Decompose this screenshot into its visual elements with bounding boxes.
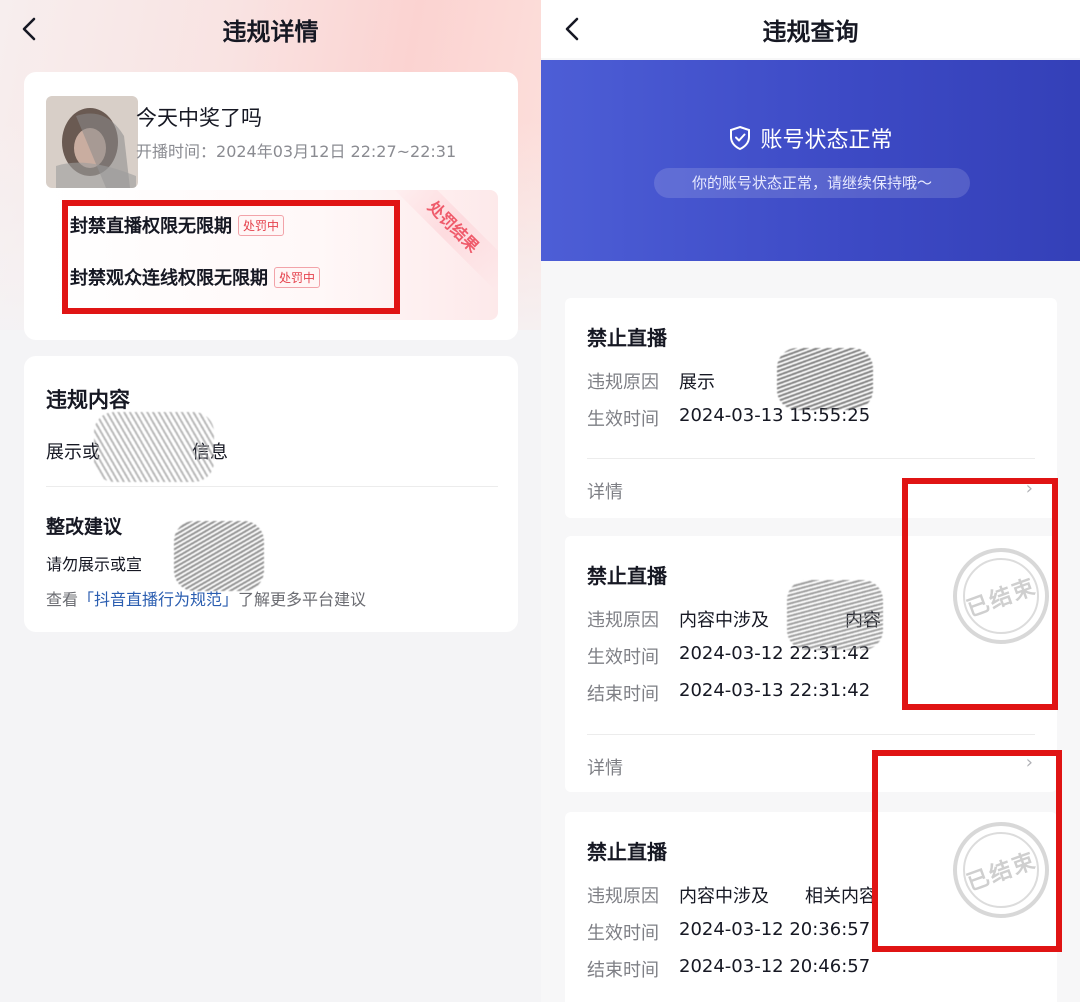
- page-title: 违规查询: [762, 17, 859, 46]
- start-time-label: 生效时间: [587, 923, 659, 944]
- more-prefix: 查看: [46, 590, 79, 609]
- highlight-box: [872, 750, 1062, 952]
- end-time-label: 结束时间: [587, 960, 659, 981]
- reason-value: 内容中涉及: [679, 886, 769, 907]
- reason-label: 违规原因: [587, 886, 659, 907]
- details-link[interactable]: 详情: [587, 754, 623, 780]
- live-time-value: 2024年03月12日 22:27~22:31: [216, 142, 457, 161]
- status-title: 账号状态正常: [760, 128, 893, 153]
- advice-heading: 整改建议: [46, 516, 123, 538]
- reason-label: 违规原因: [587, 372, 659, 393]
- divider: [587, 458, 1035, 459]
- page-title: 违规详情: [222, 17, 319, 46]
- violation-query-screen: 违规查询 账号状态正常 你的账号状态正常，请继续保持哦～ 禁止直播 违规原因 展…: [541, 0, 1080, 1002]
- status-subtitle: 你的账号状态正常，请继续保持哦～: [654, 168, 970, 198]
- violation-content-card: 违规内容 展示或信息 整改建议 请勿展示或宣 查看「抖音直播行为规范」了解更多平…: [24, 356, 518, 632]
- start-time-value: 2024-03-12 20:36:57: [679, 919, 871, 940]
- more-suffix: 了解更多平台建议: [238, 590, 367, 609]
- penalty-result-ribbon: 处罚结果: [389, 190, 498, 291]
- reason-label: 违规原因: [587, 610, 659, 631]
- nav-bar: 违规详情: [0, 0, 541, 58]
- start-time-label: 生效时间: [587, 409, 659, 430]
- start-time-label: 生效时间: [587, 647, 659, 668]
- details-link[interactable]: 详情: [587, 478, 623, 504]
- divider: [46, 486, 498, 487]
- redaction-scribble: [777, 348, 873, 410]
- live-time: 开播时间：2024年03月12日 22:27~22:31: [136, 138, 456, 162]
- violation-detail-screen: 违规详情 今天中奖了吗 开播时间：2024年03月12日 22:27~22:31…: [0, 0, 541, 1002]
- live-time-label: 开播时间：: [136, 142, 217, 161]
- avatar: [46, 96, 138, 188]
- start-time-row: 生效时间 2024-03-12 20:36:57: [587, 919, 870, 945]
- account-status-banner: 账号状态正常 你的账号状态正常，请继续保持哦～: [541, 60, 1080, 261]
- end-time-row: 结束时间 2024-03-13 22:31:42: [587, 680, 870, 706]
- back-arrow-icon[interactable]: [16, 15, 44, 43]
- highlight-box: [902, 478, 1058, 710]
- redaction-scribble: [94, 412, 214, 482]
- end-time-row: 结束时间 2024-03-12 20:46:57: [587, 956, 870, 982]
- live-rules-link[interactable]: 「抖音直播行为规范」: [78, 590, 238, 609]
- redacted-gap: [769, 882, 805, 908]
- end-time-label: 结束时间: [587, 684, 659, 705]
- record-title: 禁止直播: [587, 326, 667, 350]
- reason-row: 违规原因 内容中涉及 相关内容: [587, 882, 877, 908]
- violation-text-start: 展示或: [46, 442, 100, 463]
- divider: [587, 734, 1035, 735]
- violation-heading: 违规内容: [46, 388, 130, 412]
- end-time-value: 2024-03-13 22:31:42: [679, 680, 871, 701]
- status-row: 账号状态正常: [541, 122, 1080, 154]
- record-title: 禁止直播: [587, 564, 667, 588]
- back-arrow-icon[interactable]: [559, 15, 587, 43]
- advice-text: 请勿展示或宣: [46, 555, 143, 574]
- reason-row: 违规原因 展示: [587, 368, 715, 394]
- redaction-scribble: [174, 521, 264, 591]
- end-time-value: 2024-03-12 20:46:57: [679, 956, 871, 977]
- shield-check-icon: [730, 125, 751, 151]
- record-title: 禁止直播: [587, 840, 667, 864]
- redaction-scribble: [787, 580, 883, 650]
- reason-value-tail: 相关内容: [805, 886, 877, 907]
- live-title: 今天中奖了吗: [136, 106, 262, 130]
- nav-bar: 违规查询: [541, 0, 1080, 58]
- reason-value: 展示: [679, 372, 715, 393]
- highlight-box: [62, 200, 400, 314]
- reason-value: 内容中涉及: [679, 610, 769, 631]
